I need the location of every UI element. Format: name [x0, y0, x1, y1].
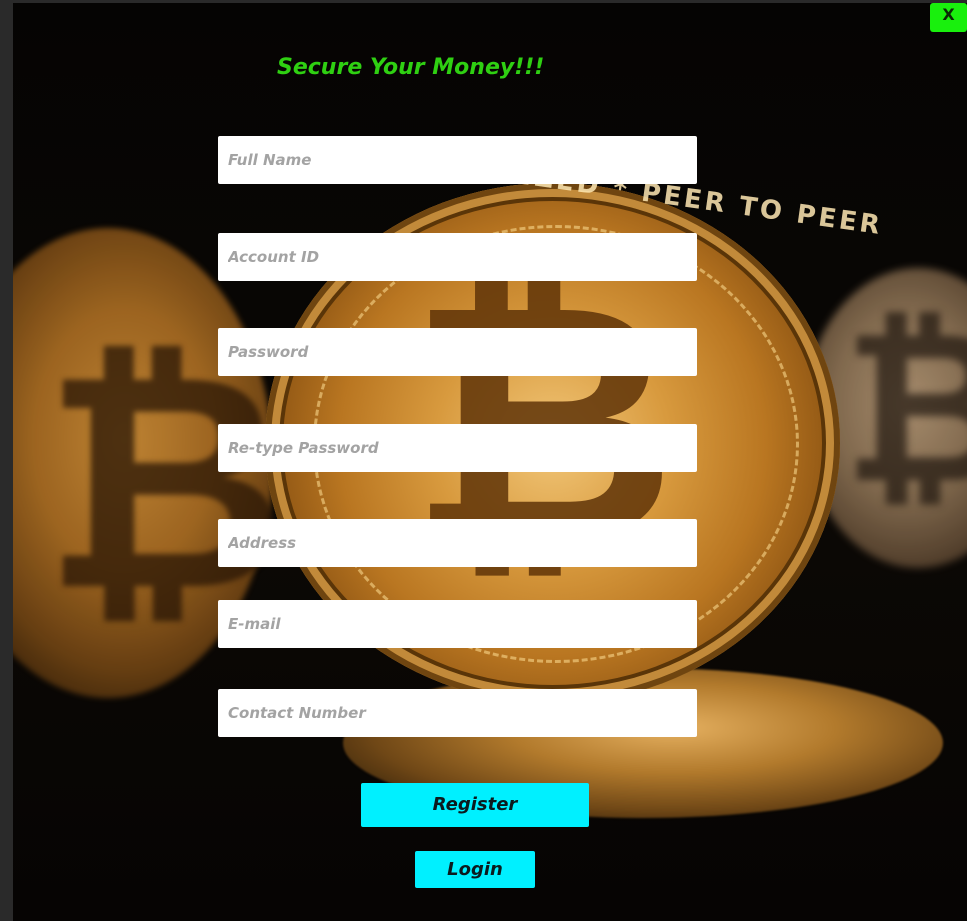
background-image: ₿ ₿ ₿ ALIZED * PEER TO PEER Secure Your … [13, 3, 967, 921]
close-button[interactable]: X [930, 3, 967, 32]
registration-window: ₿ ₿ ₿ ALIZED * PEER TO PEER Secure Your … [0, 0, 967, 921]
register-button[interactable]: Register [361, 783, 589, 827]
address-input[interactable] [218, 519, 697, 567]
password-input[interactable] [218, 328, 697, 376]
page-title: Secure Your Money!!! [277, 55, 545, 80]
account-id-input[interactable] [218, 233, 697, 281]
bitcoin-symbol-right: ₿ [843, 285, 967, 530]
email-input[interactable] [218, 600, 697, 648]
full-name-input[interactable] [218, 136, 697, 184]
window-frame-left [0, 0, 13, 921]
contact-number-input[interactable] [218, 689, 697, 737]
login-button[interactable]: Login [415, 851, 535, 888]
bitcoin-symbol-left: ₿ [43, 308, 288, 657]
retype-password-input[interactable] [218, 424, 697, 472]
